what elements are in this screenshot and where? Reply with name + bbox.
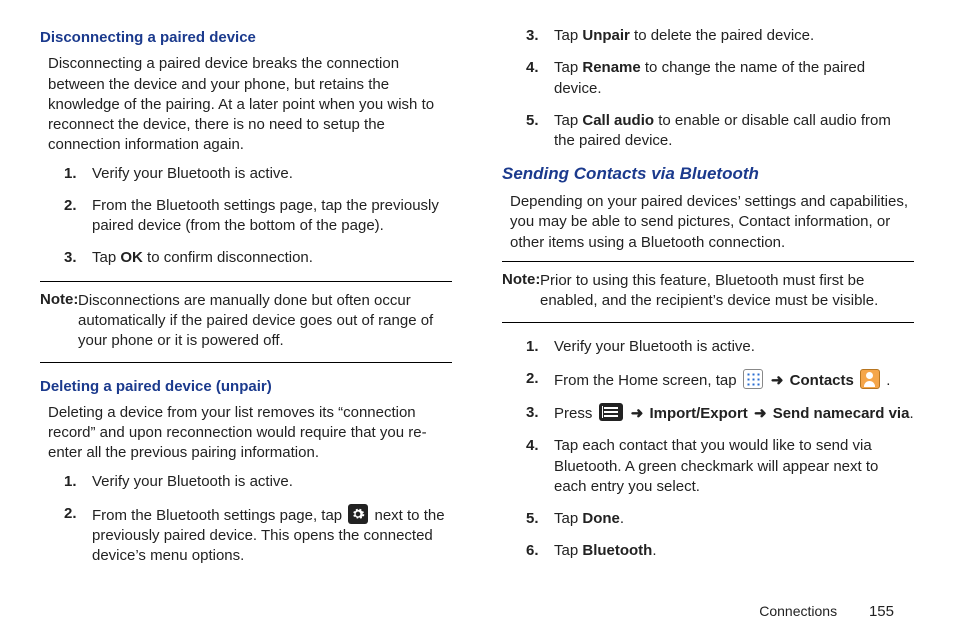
bold: Rename: [582, 59, 640, 76]
arrow-icon: [769, 372, 786, 389]
txt: .: [620, 510, 624, 527]
note-text: Prior to using this feature, Bluetooth m…: [540, 271, 914, 312]
bold: Import/Export: [649, 405, 747, 422]
menu-icon: [599, 403, 623, 421]
note-box: Note: Prior to using this feature, Bluet…: [502, 261, 914, 323]
step: Verify your Bluetooth is active.: [64, 164, 452, 184]
txt: Press: [554, 405, 597, 422]
body-text: Disconnecting a paired device breaks the…: [48, 54, 452, 155]
txt: Tap: [554, 112, 582, 129]
step: Tap Rename to change the name of the pai…: [526, 58, 914, 99]
apps-grid-icon: [743, 369, 763, 389]
arrow-icon: [752, 405, 769, 422]
txt: to confirm disconnection.: [143, 249, 313, 266]
bold: Unpair: [582, 27, 630, 44]
step: From the Bluetooth settings page, tap ne…: [64, 504, 452, 567]
bold-ok: OK: [120, 249, 143, 266]
step: Tap Call audio to enable or disable call…: [526, 111, 914, 152]
heading-sending-contacts: Sending Contacts via Bluetooth: [502, 163, 914, 186]
bold: Send namecard via: [773, 405, 910, 422]
bold: Bluetooth: [582, 542, 652, 559]
step: Tap Done.: [526, 509, 914, 529]
note-label: Note:: [502, 271, 540, 288]
step: Tap Bluetooth.: [526, 541, 914, 561]
txt: to delete the paired device.: [630, 27, 814, 44]
txt: Tap: [554, 510, 582, 527]
heading-deleting: Deleting a paired device (unpair): [40, 377, 452, 397]
page-number: 155: [869, 603, 894, 620]
bold: Done: [582, 510, 620, 527]
heading-disconnecting: Disconnecting a paired device: [40, 28, 452, 48]
txt: From the Home screen, tap: [554, 372, 741, 389]
bold: Contacts: [790, 372, 854, 389]
step: Tap Unpair to delete the paired device.: [526, 26, 914, 46]
note-label: Note:: [40, 291, 78, 308]
step: From the Bluetooth settings page, tap th…: [64, 196, 452, 237]
step: Verify your Bluetooth is active.: [526, 337, 914, 357]
steps-delete: Verify your Bluetooth is active. From th…: [64, 472, 452, 567]
txt: From the Bluetooth settings page, tap: [92, 507, 346, 524]
step: Verify your Bluetooth is active.: [64, 472, 452, 492]
page-footer: Connections 155: [759, 603, 894, 620]
step: Tap each contact that you would like to …: [526, 436, 914, 497]
note-text: Disconnections are manually done but oft…: [78, 291, 452, 352]
step: Tap OK to confirm disconnection.: [64, 248, 452, 268]
steps-delete-cont: Tap Unpair to delete the paired device. …: [526, 26, 914, 151]
step: Press Import/Export Send namecard via.: [526, 403, 914, 424]
txt: Tap: [554, 27, 582, 44]
step: From the Home screen, tap Contacts .: [526, 369, 914, 391]
txt: Tap: [92, 249, 120, 266]
section-name: Connections: [759, 603, 837, 619]
note-box: Note: Disconnections are manually done b…: [40, 281, 452, 363]
arrow-icon: [629, 405, 646, 422]
bold: Call audio: [582, 112, 654, 129]
txt: Tap: [554, 59, 582, 76]
body-text: Depending on your paired devices’ settin…: [510, 192, 914, 253]
page-body: Disconnecting a paired device Disconnect…: [0, 0, 954, 602]
contacts-icon: [860, 369, 880, 389]
steps-disconnect: Verify your Bluetooth is active. From th…: [64, 164, 452, 269]
txt: .: [652, 542, 656, 559]
txt: Tap: [554, 542, 582, 559]
gear-icon: [348, 504, 368, 524]
body-text: Deleting a device from your list removes…: [48, 403, 452, 464]
